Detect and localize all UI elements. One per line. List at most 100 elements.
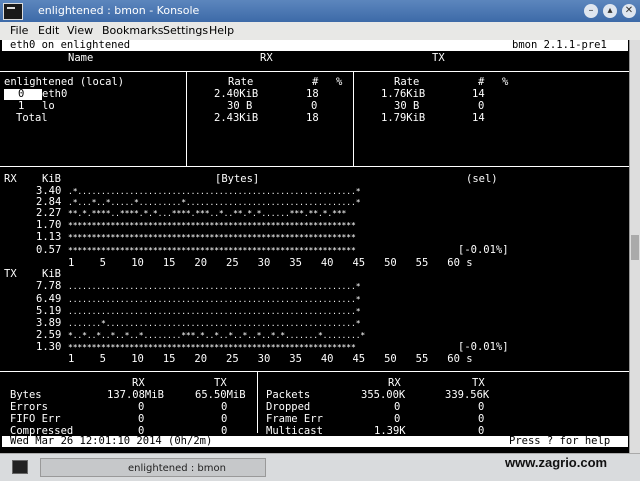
stats-tx-header: TX [214,377,227,389]
divider [353,71,354,166]
tx-count: 0 [478,100,485,112]
graph-rx-label: RX [4,173,17,185]
rx-percent: [-0.01%] [458,244,509,256]
stat-label: Bytes [10,389,42,401]
stat-tx-value: 0 [221,413,228,425]
title-bar: enlightened : bmon - Konsole – ▴ ✕ [0,0,640,22]
taskbar-task[interactable]: enlightened : bmon [40,458,266,477]
graph-row: ........................................… [68,307,361,316]
tx-rate: 1.79KiB [381,112,426,124]
terminal-icon[interactable] [12,460,28,474]
rx-rate-header: Rate [228,76,254,88]
divider [0,71,630,72]
stat-tx-value: 0 [478,413,485,425]
stat-tx-value: 65.50MiB [195,389,246,401]
stat-tx-value: 0 [221,401,228,413]
tx-hash-header: # [478,76,485,88]
rx-hash-header: # [312,76,319,88]
stat-label: Packets [266,389,311,401]
divider [257,371,258,433]
minimize-icon[interactable]: – [584,4,598,18]
tx-pct-header: % [502,76,509,88]
menu-settings[interactable]: Settings [163,24,208,37]
close-icon[interactable]: ✕ [622,4,636,18]
tx-count: 14 [472,88,485,100]
rx-rate: 30 B [227,100,253,112]
window-title: enlightened : bmon - Konsole [38,4,200,17]
col-name: Name [68,52,94,64]
graph-row: ****************************************… [68,343,356,352]
stats-tx-header: TX [472,377,485,389]
iface-name: Total [16,112,48,124]
col-tx: TX [432,52,445,64]
graph-row: ****************************************… [68,233,356,242]
konsole-window: enlightened : bmon - Konsole – ▴ ✕ File … [0,0,640,481]
x-axis: 1 5 10 15 20 25 30 35 40 45 50 55 60 s [68,353,473,365]
graph-row: *..*..*..*..*..*........***.*..*..*..*..… [68,331,366,340]
col-rx: RX [260,52,273,64]
host-label: enlightened (local) [4,76,125,88]
y-tick: 1.13 [36,231,62,243]
footer-bar: Wed Mar 26 12:01:10 2014 (0h/2m) Press ?… [2,436,628,447]
graph-row: **.*.****..****.*.*...****.***..*..**.*.… [68,209,347,218]
rx-rate: 2.43KiB [214,112,259,124]
terminal-area[interactable]: eth0 on enlightened bmon 2.1.1-pre1 Name… [0,40,630,453]
graph-row: .......*................................… [68,319,361,328]
maximize-icon[interactable]: ▴ [603,4,617,18]
menu-view[interactable]: View [67,24,93,37]
graph-unit: KiB [42,268,61,280]
x-axis: 1 5 10 15 20 25 30 35 40 45 50 55 60 s [68,257,473,269]
menu-file[interactable]: File [10,24,28,37]
header-bar: eth0 on enlightened bmon 2.1.1-pre1 [2,40,628,51]
watermark: www.zagrio.com [505,455,608,470]
stat-tx-value: 0 [478,401,485,413]
graph-tx-label: TX [4,268,17,280]
footer-timestamp: Wed Mar 26 12:01:10 2014 (0h/2m) [10,435,213,447]
iface-id: 0 [18,88,25,100]
y-tick: 3.89 [36,317,62,329]
stat-rx-value: 355.00K [361,389,406,401]
rx-rate: 2.40KiB [214,88,259,100]
tx-rate-header: Rate [394,76,420,88]
graph-row: ****************************************… [68,246,356,255]
graph-title: [Bytes] [215,173,260,185]
tx-percent: [-0.01%] [458,341,509,353]
iface-id: 1 [18,100,25,112]
rx-count: 0 [311,100,318,112]
graph-row: .*......................................… [68,187,361,196]
menu-edit[interactable]: Edit [38,24,59,37]
graph-sel: (sel) [466,173,498,185]
scrollbar-thumb[interactable] [631,235,639,260]
iface-name[interactable]: lo [42,101,55,112]
footer-help: Press ? for help [509,435,611,447]
rx-count: 18 [306,112,319,124]
iface-name[interactable]: eth0 [42,89,67,100]
scrollbar[interactable] [629,40,640,453]
y-tick: 2.27 [36,207,62,219]
y-tick: 7.78 [36,280,62,292]
terminal-icon[interactable] [3,3,23,20]
graph-row: .*...*..*.....*.........*...............… [68,198,361,207]
graph-row: ........................................… [68,282,361,291]
y-tick: 6.49 [36,293,62,305]
y-tick: 1.30 [36,341,62,353]
divider [0,166,630,167]
menu-bookmarks[interactable]: Bookmarks [102,24,163,37]
y-tick: 1.70 [36,219,62,231]
stat-label: FIFO Err [10,413,61,425]
stat-tx-value: 339.56K [445,389,490,401]
stats-rx-header: RX [388,377,401,389]
divider [0,371,630,372]
stat-rx-value: 137.08MiB [107,389,164,401]
stats-rx-header: RX [132,377,145,389]
stat-rx-value: 0 [138,413,145,425]
graph-unit: KiB [42,173,61,185]
y-tick: 5.19 [36,305,62,317]
stat-label: Dropped [266,401,311,413]
header-right: bmon 2.1.1-pre1 [512,39,607,51]
menu-help[interactable]: Help [209,24,234,37]
tx-rate: 1.76KiB [381,88,426,100]
stat-label: Frame Err [266,413,323,425]
rx-pct-header: % [336,76,343,88]
y-tick: 2.59 [36,329,62,341]
